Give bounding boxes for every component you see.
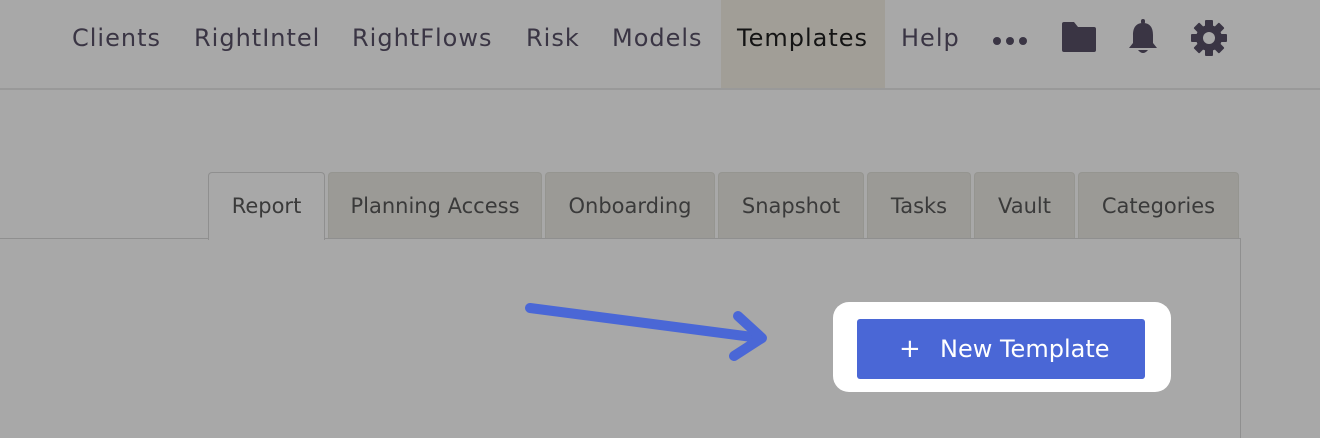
plus-icon: + — [899, 334, 921, 364]
nav-item-clients[interactable]: Clients — [72, 0, 161, 88]
more-icon[interactable] — [992, 32, 1028, 51]
tab-planning-access[interactable]: Planning Access — [328, 172, 542, 238]
nav-item-rightintel[interactable]: RightIntel — [194, 0, 320, 88]
tab-report[interactable]: Report — [208, 172, 325, 240]
gear-icon[interactable] — [1190, 19, 1228, 61]
folder-icon[interactable] — [1060, 20, 1098, 58]
nav-item-help[interactable]: Help — [901, 0, 960, 88]
annotation-arrow-icon — [520, 296, 780, 380]
new-template-button[interactable]: + New Template — [857, 319, 1145, 379]
top-navigation: Clients RightIntel RightFlows Risk Model… — [0, 0, 1320, 90]
nav-item-rightflows[interactable]: RightFlows — [352, 0, 493, 88]
nav-item-models[interactable]: Models — [612, 0, 703, 88]
tab-tasks[interactable]: Tasks — [867, 172, 971, 238]
tab-snapshot[interactable]: Snapshot — [718, 172, 864, 238]
nav-item-templates[interactable]: Templates — [721, 0, 885, 88]
new-template-label: New Template — [940, 335, 1110, 363]
tab-categories[interactable]: Categories — [1078, 172, 1239, 238]
tab-onboarding[interactable]: Onboarding — [545, 172, 715, 238]
tab-vault[interactable]: Vault — [974, 172, 1075, 238]
bell-icon[interactable] — [1126, 18, 1160, 60]
nav-item-risk[interactable]: Risk — [526, 0, 580, 88]
